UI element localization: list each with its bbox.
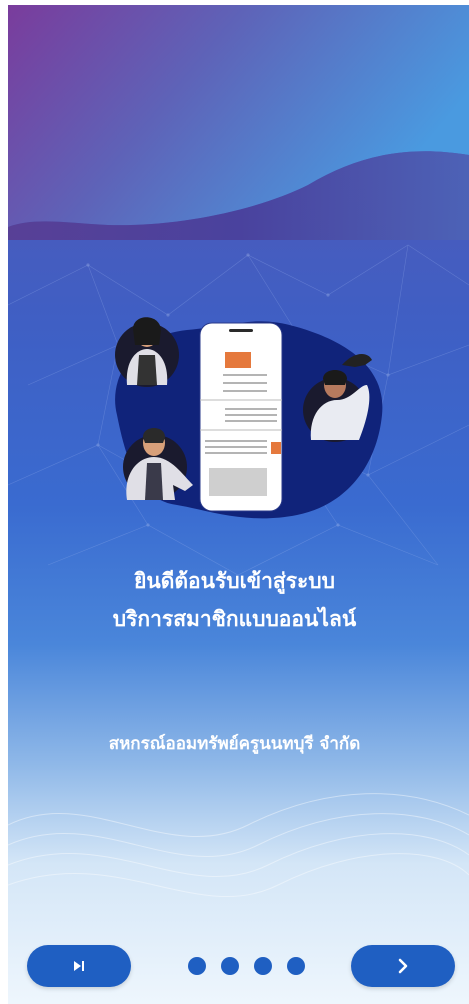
welcome-title-line1: ยินดีต้อนรับเข้าสู่ระบบ	[134, 569, 335, 593]
top-wave-band	[8, 5, 469, 240]
next-button[interactable]	[351, 945, 455, 987]
person-avatar-icon	[115, 317, 179, 387]
page-dot[interactable]	[188, 957, 206, 975]
page-dot[interactable]	[221, 957, 239, 975]
bottom-wave-pattern	[8, 793, 469, 898]
page-dot[interactable]	[254, 957, 272, 975]
skip-to-end-icon	[74, 961, 84, 971]
organization-name: สหกรณ์ออมทรัพย์ครูนนทบุรี จำกัด	[108, 734, 361, 754]
welcome-title-line2: บริการสมาชิกแบบออนไลน์	[112, 607, 357, 631]
skip-button[interactable]	[27, 945, 131, 987]
phone-icon	[199, 322, 283, 512]
page-indicator	[188, 957, 305, 975]
chevron-right-icon	[398, 958, 408, 974]
page-dot[interactable]	[287, 957, 305, 975]
onboarding-screen: ยินดีต้อนรับเข้าสู่ระบบ บริการสมาชิกแบบอ…	[0, 0, 469, 1004]
members-online-illustration	[115, 317, 383, 519]
welcome-title: ยินดีต้อนรับเข้าสู่ระบบ บริการสมาชิกแบบอ…	[0, 562, 469, 638]
